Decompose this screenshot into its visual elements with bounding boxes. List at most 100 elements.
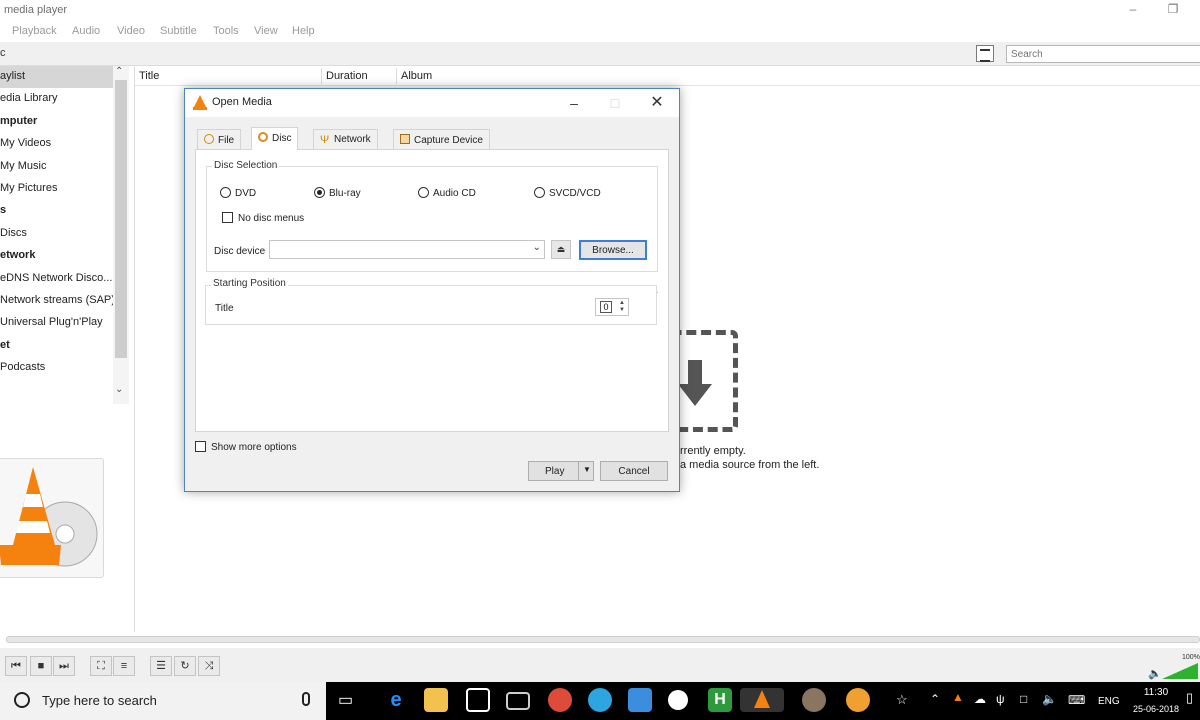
sidebar-item[interactable]: s <box>0 200 114 222</box>
sidebar-item[interactable]: eDNS Network Disco... <box>0 268 114 290</box>
title-value[interactable]: 0 <box>600 301 612 313</box>
sidebar-item[interactable]: Universal Plug'n'Play <box>0 312 114 334</box>
radio-audio-cd-dot[interactable] <box>418 187 429 198</box>
radio-dvd-dot[interactable] <box>220 187 231 198</box>
seek-slider[interactable] <box>6 636 1200 643</box>
minimize-button[interactable]: – <box>1122 2 1144 18</box>
shuffle-icon[interactable]: ⤨ <box>198 656 220 676</box>
dialog-close-button[interactable]: ✕ <box>643 92 671 114</box>
hotspot-icon[interactable]: H <box>708 688 732 712</box>
disc-device-select[interactable]: ⌄ <box>269 240 545 259</box>
task-view-icon[interactable]: ▭ <box>338 690 353 710</box>
menu-playback[interactable]: Playback <box>12 25 57 37</box>
network-tray-icon[interactable]: □ <box>1020 692 1027 706</box>
sidebar-item[interactable]: Network streams (SAP) <box>0 290 114 312</box>
column-title[interactable]: Title <box>139 70 159 82</box>
menu-tools[interactable]: Tools <box>213 25 239 37</box>
column-divider[interactable] <box>321 68 322 84</box>
contact-avatar[interactable] <box>802 688 826 712</box>
fullscreen-icon[interactable]: ⛶ <box>90 656 112 676</box>
dialog-maximize-button[interactable]: □ <box>601 92 629 114</box>
cloud-icon[interactable]: ☁ <box>974 692 986 706</box>
no-disc-menus-checkbox[interactable]: No disc menus <box>222 212 304 224</box>
clock-date[interactable]: 25-06-2018 <box>1128 704 1184 714</box>
menu-audio[interactable]: Audio <box>72 25 100 37</box>
tab-network[interactable]: Ψ Network <box>313 129 378 150</box>
restore-button[interactable]: ❐ <box>1162 2 1184 18</box>
edge-icon[interactable]: e <box>384 688 408 712</box>
radio-audio-cd[interactable]: Audio CD <box>418 187 476 199</box>
cancel-button[interactable]: Cancel <box>600 461 668 481</box>
scrollbar-thumb[interactable] <box>115 80 127 358</box>
eject-button[interactable]: ⏏ <box>551 240 571 259</box>
sidebar-item[interactable]: aylist <box>0 66 114 88</box>
chevron-up-icon[interactable]: ⌃ <box>930 692 940 706</box>
radio-svcd-vcd[interactable]: SVCD/VCD <box>534 187 601 199</box>
store-icon[interactable] <box>466 688 490 712</box>
cortana-icon[interactable] <box>14 692 30 708</box>
column-divider[interactable] <box>396 68 397 84</box>
column-duration[interactable]: Duration <box>326 70 368 82</box>
play-dropdown-icon[interactable]: ▼ <box>583 465 591 474</box>
sidebar-item[interactable]: mputer <box>0 111 114 133</box>
column-album[interactable]: Album <box>401 70 432 82</box>
sidebar-item[interactable]: edia Library <box>0 88 114 110</box>
notifications-icon[interactable]: ▯ <box>1186 690 1193 706</box>
usb-icon[interactable]: ψ <box>996 692 1005 706</box>
no-disc-menus-box[interactable] <box>222 212 233 223</box>
menu-subtitle[interactable]: Subtitle <box>160 25 197 37</box>
dialog-titlebar[interactable]: Open Media – □ ✕ <box>185 89 679 117</box>
camera-icon[interactable] <box>668 690 688 710</box>
contact-avatar-2[interactable] <box>846 688 870 712</box>
show-more-options-checkbox[interactable]: Show more options <box>195 441 297 453</box>
loop-icon[interactable]: ↻ <box>174 656 196 676</box>
extended-settings-icon[interactable]: ≡ <box>113 656 135 676</box>
sidebar-item[interactable]: etwork <box>0 245 114 267</box>
clock-time[interactable]: 11:30 <box>1134 687 1178 698</box>
radio-blu-ray[interactable]: Blu-ray <box>314 187 361 199</box>
microphone-icon[interactable] <box>302 692 310 706</box>
people-icon[interactable]: ☆ <box>896 692 908 708</box>
keyboard-icon[interactable]: ⌨ <box>1068 693 1085 707</box>
speaker-icon[interactable]: 🔈 <box>1042 692 1057 706</box>
browse-button[interactable]: Browse... <box>579 240 647 260</box>
sidebar-item[interactable]: My Videos <box>0 133 114 155</box>
scroll-up-icon[interactable]: ⌃ <box>115 66 123 77</box>
mail-icon[interactable] <box>506 692 530 710</box>
sidebar-item[interactable]: et <box>0 335 114 357</box>
show-more-options-box[interactable] <box>195 441 206 452</box>
dialog-minimize-button[interactable]: – <box>560 92 588 114</box>
scroll-down-icon[interactable]: ⌄ <box>115 384 123 395</box>
playlist-toggle-icon[interactable]: ☰ <box>150 656 172 676</box>
title-spinbox[interactable]: 0 ▲ ▼ <box>595 298 629 316</box>
sidebar-item[interactable]: My Pictures <box>0 178 114 200</box>
vlc-tray-icon[interactable]: ▲ <box>952 690 964 704</box>
stop-icon[interactable]: ■ <box>30 656 52 676</box>
file-explorer-icon[interactable] <box>424 688 448 712</box>
taskbar-search-box[interactable]: Type here to search <box>0 682 326 720</box>
telegram-icon[interactable] <box>588 688 612 712</box>
menu-help[interactable]: Help <box>292 25 315 37</box>
sidebar-item[interactable]: Discs <box>0 223 114 245</box>
vlc-taskbar-button[interactable] <box>740 688 784 712</box>
previous-icon[interactable]: ⏮ <box>5 656 27 676</box>
chevron-down-icon[interactable]: ⌄ <box>533 242 541 253</box>
spin-arrows-icon[interactable]: ▲ ▼ <box>616 300 628 314</box>
sidebar-item[interactable]: Podcasts <box>0 357 114 379</box>
tab-file[interactable]: File <box>197 129 242 150</box>
radio-blu-ray-dot[interactable] <box>314 187 325 198</box>
tab-disc[interactable]: Disc <box>251 127 299 150</box>
next-icon[interactable]: ⏭ <box>53 656 75 676</box>
play-button[interactable]: Play ▼ <box>528 461 594 481</box>
playlist-view-mode-button[interactable] <box>976 45 994 62</box>
app-icon[interactable] <box>628 688 652 712</box>
chrome-icon[interactable] <box>548 688 572 712</box>
tab-capture-device[interactable]: Capture Device <box>393 129 490 150</box>
radio-dvd[interactable]: DVD <box>220 187 256 199</box>
sidebar-item[interactable]: My Music <box>0 156 114 178</box>
sidebar-scrollbar[interactable]: ⌃ ⌄ <box>113 66 129 404</box>
radio-svcd-vcd-dot[interactable] <box>534 187 545 198</box>
volume-slider[interactable]: 🔈 <box>1148 660 1200 680</box>
menu-view[interactable]: View <box>254 25 278 37</box>
language-indicator[interactable]: ENG <box>1098 696 1120 707</box>
